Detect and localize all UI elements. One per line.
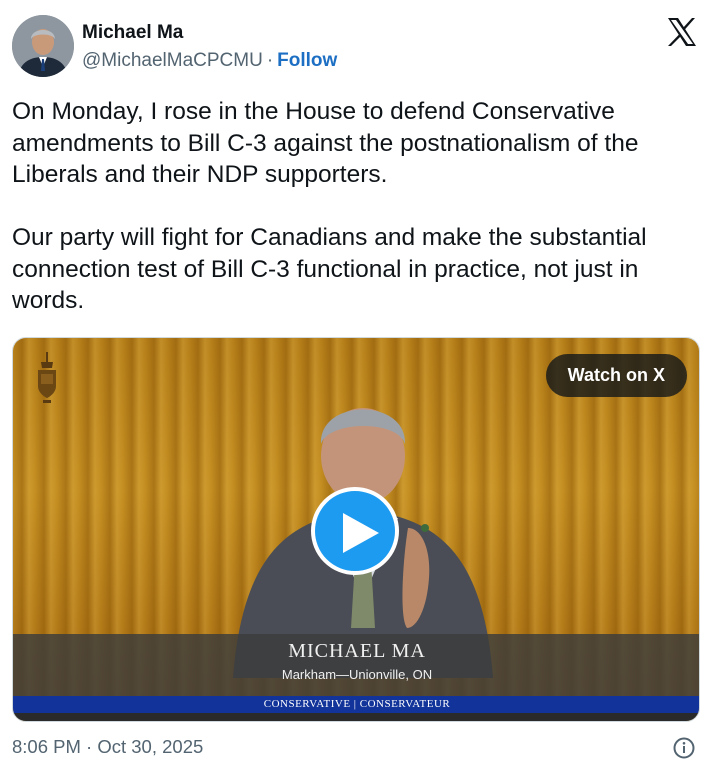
video-bottom-strip [13, 713, 699, 721]
x-logo-icon[interactable] [666, 17, 698, 47]
author-handle[interactable]: @MichaelMaCPCMU [82, 50, 263, 71]
tweet-timestamp[interactable]: 8:06 PM · Oct 30, 2025 [12, 736, 203, 758]
follow-button[interactable]: Follow [277, 50, 337, 71]
party-bar: CONSERVATIVE | CONSERVATEUR [13, 696, 699, 713]
watch-on-x-button[interactable]: Watch on X [545, 354, 687, 397]
tweet-paragraph: Our party will fight for Canadians and m… [12, 224, 647, 314]
author-display-name[interactable]: Michael Ma [82, 22, 183, 44]
play-button[interactable] [311, 487, 399, 575]
separator-dot: · [266, 50, 274, 71]
house-of-commons-crest-icon [35, 352, 59, 410]
tweet-text: On Monday, I rose in the House to defend… [12, 96, 702, 317]
play-icon [343, 513, 379, 553]
info-icon[interactable] [673, 737, 695, 759]
author-handle-row: @MichaelMaCPCMU · Follow [82, 50, 337, 72]
speaker-name: MICHAEL MA [288, 640, 426, 662]
author-avatar[interactable] [12, 15, 74, 77]
lower-third-caption: MICHAEL MA Markham—Unionville, ON [13, 634, 699, 696]
tweet-paragraph: On Monday, I rose in the House to defend… [12, 98, 639, 188]
video-player[interactable]: Watch on X MICHAEL MA Markham—Unionville… [12, 337, 700, 722]
speaker-riding: Markham—Unionville, ON [281, 667, 433, 682]
tweet-card: Michael Ma @MichaelMaCPCMU · Follow On Mon… [0, 0, 712, 771]
